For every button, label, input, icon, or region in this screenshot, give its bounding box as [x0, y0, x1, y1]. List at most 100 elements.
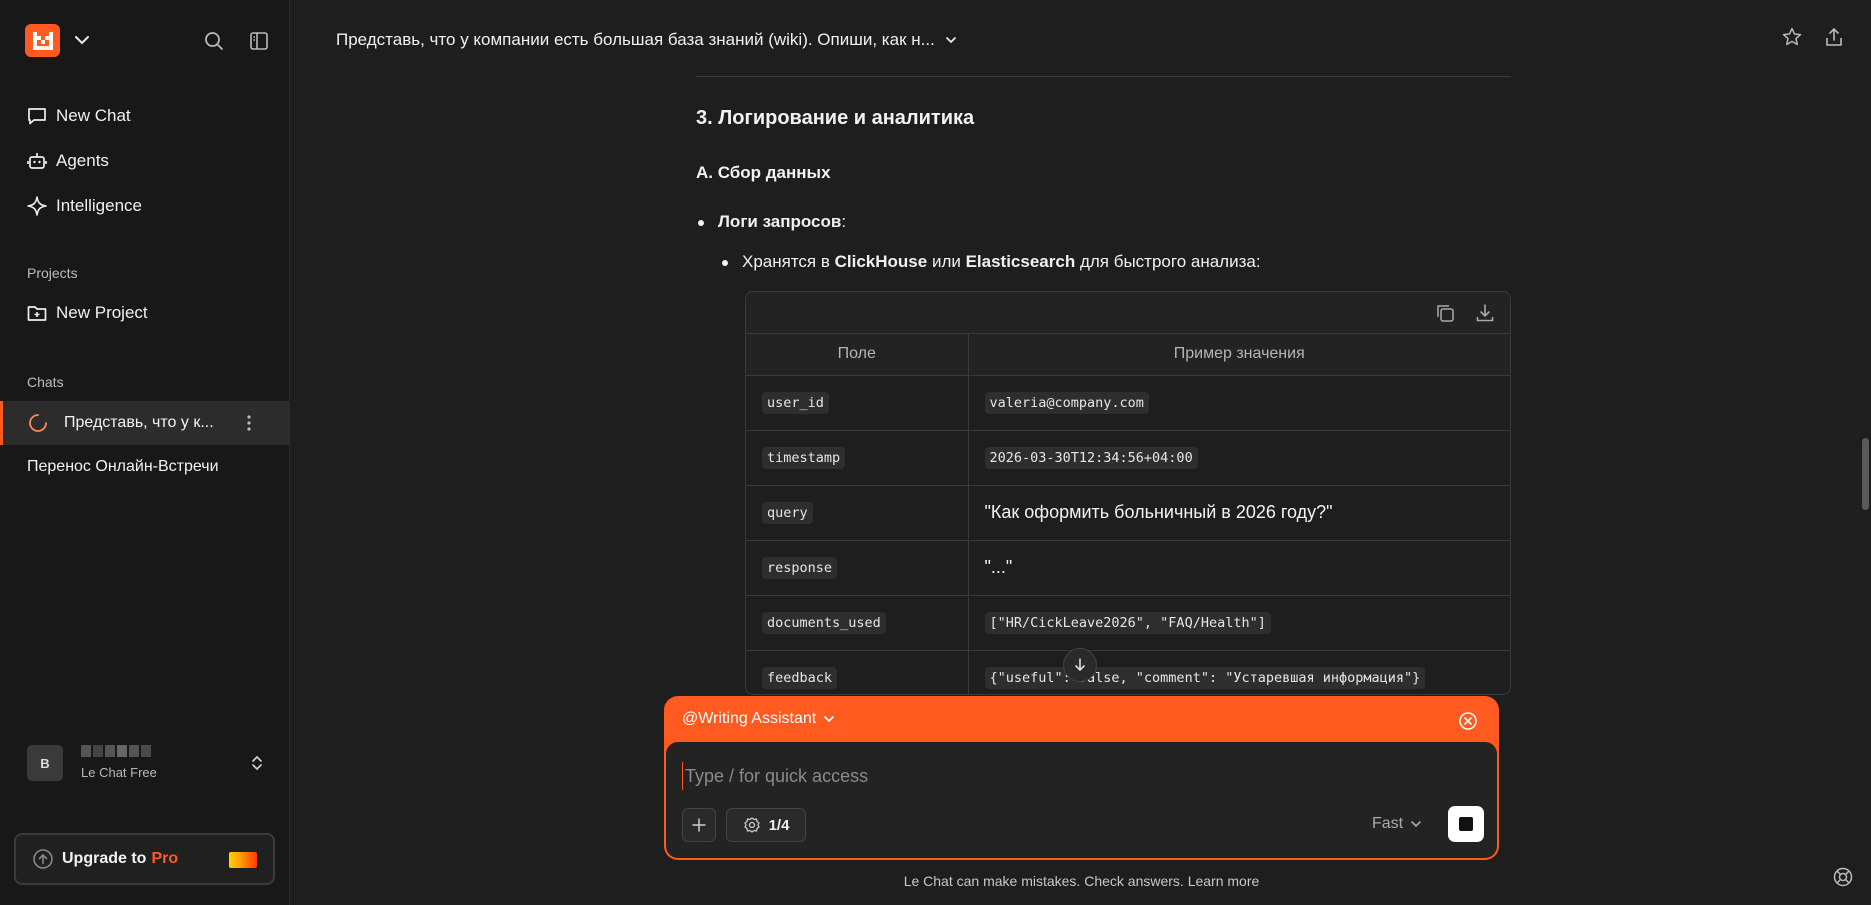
message-input[interactable] — [682, 762, 1462, 790]
bullet-bold: Логи запросов — [718, 212, 842, 231]
mistral-logo-icon — [32, 31, 53, 50]
avatar: B — [27, 745, 63, 781]
folder-plus-icon — [27, 306, 47, 321]
star-icon[interactable] — [1781, 26, 1803, 48]
chevron-down-icon — [1411, 821, 1421, 828]
help-lifebuoy-icon[interactable] — [1832, 866, 1854, 888]
field-name: timestamp — [762, 447, 846, 469]
bullet-text: для быстрого анализа: — [1075, 252, 1261, 271]
field-cell: response — [746, 540, 969, 596]
search-icon[interactable] — [203, 30, 225, 52]
example-value: "..." — [984, 557, 1013, 577]
value-cell: "Как оформить больничный в 2026 году?" — [968, 485, 1510, 541]
conversation-title-text: Представь, что у компании есть большая б… — [336, 30, 935, 49]
user-menu[interactable]: B Le Chat Free — [27, 745, 267, 781]
table-row: query "Как оформить больничный в 2026 год… — [746, 485, 1510, 541]
arrow-up-circle-icon — [33, 849, 53, 869]
chat-item-active[interactable]: Представь, что у к... — [0, 401, 290, 445]
user-plan: Le Chat Free — [81, 765, 157, 780]
field-name: query — [762, 502, 813, 524]
chat-bubble-icon — [28, 108, 46, 125]
example-value: 2026-03-30T12:34:56+04:00 — [984, 447, 1198, 469]
upgrade-button[interactable]: Upgrade to Pro — [14, 833, 275, 885]
field-cell: documents_used — [746, 595, 969, 651]
sidebar-item-intelligence[interactable]: Intelligence — [26, 192, 142, 220]
close-icon[interactable] — [1457, 710, 1479, 732]
table-row: feedback {"useful": false, "comment": "Ус… — [746, 650, 1510, 694]
field-cell: user_id — [746, 375, 969, 431]
value-cell: valeria@company.com — [968, 375, 1510, 431]
column-header: Пример значения — [968, 334, 1510, 376]
table-row: response "..." — [746, 540, 1510, 596]
mistral-logo[interactable] — [25, 24, 60, 57]
table-row: user_id valeria@company.com — [746, 375, 1510, 431]
agent-name: @Writing Assistant — [682, 710, 817, 727]
data-table: Поле Пример значения user_id valeria@comp… — [745, 291, 1511, 695]
tools-gear-icon — [743, 817, 760, 833]
conversation-title[interactable]: Представь, что у компании есть большая б… — [336, 30, 959, 50]
plus-icon — [692, 818, 706, 832]
table-toolbar — [746, 292, 1510, 334]
share-icon[interactable] — [1823, 26, 1845, 48]
bullet-text: : — [841, 212, 847, 231]
table-header-row: Поле Пример значения — [746, 334, 1510, 376]
field-cell: feedback — [746, 650, 969, 694]
value-cell: ["HR/CickLeave2026", "FAQ/Health"] — [968, 595, 1510, 651]
upgrade-pro-label: Pro — [151, 850, 179, 867]
arrow-down-icon — [1075, 658, 1085, 672]
sidebar-toggle-icon[interactable] — [248, 30, 270, 52]
pro-badge-icon — [229, 852, 257, 868]
sidebar-item-label: New Project — [56, 303, 148, 322]
list-item: Хранятся в ClickHouse или Elasticsearch … — [722, 252, 1261, 272]
field-cell: query — [746, 485, 969, 541]
model-selector[interactable]: Fast — [1372, 815, 1423, 833]
chevron-down-icon — [945, 37, 956, 44]
scrollbar-thumb[interactable] — [1862, 438, 1869, 510]
user-name-redacted — [81, 745, 161, 763]
field-name: user_id — [762, 392, 829, 414]
bullet-bold: Elasticsearch — [965, 252, 1076, 271]
bullet-text: или — [927, 252, 966, 271]
value-cell: {"useful": false, "comment": "Устаревшая… — [968, 650, 1510, 694]
scroll-to-bottom-button[interactable] — [1063, 648, 1097, 682]
download-icon[interactable] — [1474, 302, 1496, 324]
example-value: ["HR/CickLeave2026", "FAQ/Health"] — [984, 612, 1271, 634]
field-name: feedback — [762, 667, 838, 689]
model-name: Fast — [1372, 815, 1404, 832]
bullet-bold: ClickHouse — [834, 252, 928, 271]
chevron-up-down-icon — [252, 755, 262, 771]
tools-count: 1/4 — [768, 816, 790, 834]
sidebar-item-agents[interactable]: Agents — [26, 147, 109, 175]
projects-section-label: Projects — [27, 265, 78, 281]
robot-icon — [27, 153, 47, 169]
value-cell: 2026-03-30T12:34:56+04:00 — [968, 430, 1510, 486]
sidebar-item-label: New Chat — [56, 106, 131, 125]
copy-icon[interactable] — [1434, 302, 1456, 324]
chat-item[interactable]: Перенос Онлайн-Встречи — [27, 458, 219, 476]
tools-button[interactable]: 1/4 — [726, 808, 806, 842]
value-cell: "..." — [968, 540, 1510, 596]
example-value: "Как оформить больничный в 2026 году?" — [984, 502, 1333, 522]
disclaimer-note: Le Chat can make mistakes. Check answers… — [903, 873, 1260, 889]
bullet-text: Хранятся в — [742, 252, 835, 271]
field-cell: timestamp — [746, 430, 969, 486]
table-row: timestamp 2026-03-30T12:34:56+04:00 — [746, 430, 1510, 486]
sidebar: New Chat Agents Intelligence Projects Ne… — [0, 0, 290, 905]
chevron-down-icon[interactable] — [72, 30, 92, 50]
stop-generation-button[interactable] — [1448, 806, 1484, 842]
sidebar-item-label: Agents — [56, 151, 109, 170]
loading-spinner-icon — [29, 414, 47, 432]
agent-selector[interactable]: @Writing Assistant — [682, 710, 836, 728]
field-name: documents_used — [762, 612, 886, 634]
sidebar-item-new-project[interactable]: New Project — [26, 299, 148, 327]
chat-title: Представь, что у к... — [64, 414, 214, 431]
sparkle-icon — [27, 196, 47, 216]
sidebar-item-new-chat[interactable]: New Chat — [26, 102, 131, 130]
more-options-icon[interactable] — [238, 412, 260, 434]
attach-button[interactable] — [682, 808, 716, 842]
chats-section-label: Chats — [27, 374, 64, 390]
list-item: Логи запросов: — [698, 212, 846, 232]
section-divider — [696, 76, 1511, 77]
section-heading: 3. Логирование и аналитика — [696, 107, 975, 129]
composer: @Writing Assistant 1/4 Fast — [664, 696, 1499, 860]
